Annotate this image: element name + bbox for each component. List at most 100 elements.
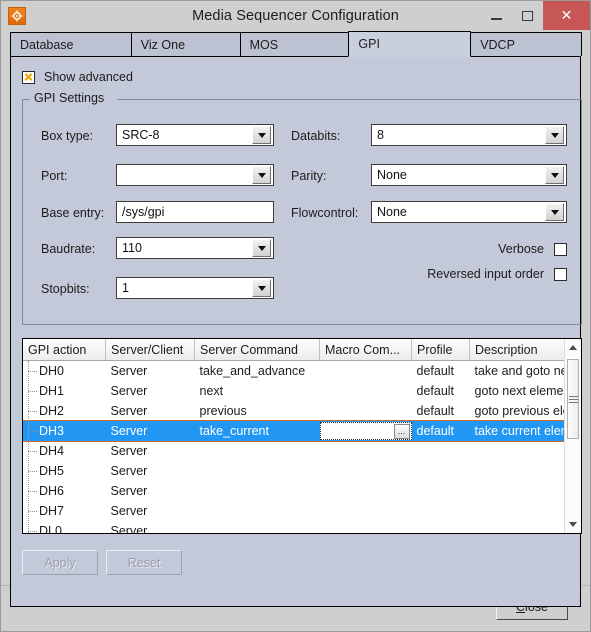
cell-profile: default [416,384,455,398]
cell-profile [412,481,470,501]
table-row-selected[interactable]: DH3 Server take_current ... default take… [23,420,581,442]
chevron-down-icon[interactable] [545,203,564,221]
column-header-server-command[interactable]: Server Command [194,339,320,361]
cell-gpi-action: DH2 [23,401,106,421]
cell-profile: default [411,421,470,441]
tab-gpi[interactable]: GPI [348,31,472,57]
apply-button[interactable]: Apply [22,550,98,575]
cell-profile [412,501,470,521]
cell-macro-command [320,381,412,401]
cell-macro-command-editor[interactable]: ... [319,421,412,441]
target-icon [8,6,26,25]
cell-gpi-action: DH1 [23,381,106,401]
cell-profile: default [416,364,455,378]
column-header-macro-command[interactable]: Macro Com... [319,339,412,361]
header-row: GPI action Server/Client Server Command … [23,339,581,361]
cell-text: DH6 [39,484,65,498]
cell-server-command [195,441,320,461]
tab-strip: Database Viz One MOS GPI VDCP [10,30,582,57]
baudrate-combo[interactable]: 110 [116,237,274,259]
chevron-down-icon[interactable] [545,126,564,144]
table-vertical-scrollbar[interactable] [564,339,581,533]
chevron-down-icon[interactable] [252,279,271,297]
cell-profile [412,521,470,533]
table-row[interactable]: DH0 Server take_and_advance default take… [23,361,581,382]
maximize-icon [522,10,533,21]
verbose-checkbox[interactable]: Verbose [323,242,567,256]
reversed-input-order-checkbox[interactable]: Reversed input order [323,267,567,281]
databits-label: Databits: [291,129,341,143]
box-type-value: SRC-8 [122,128,160,142]
cell-server-client: Server [110,384,148,398]
gpi-actions-table[interactable]: GPI action Server/Client Server Command … [22,338,582,534]
cell-macro-command [320,501,412,521]
cell-text: DH0 [39,364,65,378]
stopbits-combo[interactable]: 1 [116,277,274,299]
scrollbar-grip-icon [568,394,578,405]
cell-server-client: Server [105,421,195,441]
baudrate-label: Baudrate: [41,242,96,256]
cell-server-client: Server [110,504,148,518]
parity-label: Parity: [291,169,327,183]
tree-guide-line [28,361,30,533]
flowcontrol-combo[interactable]: None [371,201,567,223]
base-entry-input[interactable]: /sys/gpi [116,201,274,223]
column-header-server-client[interactable]: Server/Client [105,339,195,361]
stopbits-value: 1 [122,281,129,295]
port-combo[interactable] [116,164,274,186]
browse-ellipsis-button[interactable]: ... [393,423,410,439]
table-row[interactable]: DL0 Server [23,521,581,533]
table-row[interactable]: DH2 Server previous default goto previou… [23,401,581,421]
cell-server-client: Server [110,404,148,418]
column-header-profile[interactable]: Profile [411,339,470,361]
macro-command-input[interactable]: ... [319,422,412,440]
cell-server-command: previous [199,404,247,418]
parity-combo[interactable]: None [371,164,567,186]
tab-mos[interactable]: MOS [239,32,350,56]
cell-server-client: Server [110,444,148,458]
cell-server-command: take_current [194,421,320,441]
apply-button-label: Apply [44,555,76,570]
reset-button[interactable]: Reset [106,550,182,575]
cell-server-client: Server [110,464,148,478]
databits-combo[interactable]: 8 [371,124,567,146]
chevron-down-icon[interactable] [545,166,564,184]
cell-gpi-action: DH5 [23,461,106,481]
scrollbar-thumb[interactable] [567,359,579,439]
chevron-down-icon[interactable] [252,126,271,144]
tab-database[interactable]: Database [10,32,132,56]
cell-macro-command [320,481,412,501]
minimize-button[interactable] [481,1,512,30]
box-type-combo[interactable]: SRC-8 [116,124,274,146]
scroll-down-arrow-icon [569,522,577,527]
show-advanced-checkbox[interactable]: Show advanced [22,70,133,84]
table-row[interactable]: DH6 Server [23,481,581,501]
cell-gpi-action: DH3 [23,421,106,441]
media-sequencer-configuration-window: Media Sequencer Configuration ✕ Database… [0,0,591,632]
cell-text: DH3 [39,424,65,438]
cell-gpi-action: DL0 [23,521,106,533]
gpi-settings-group: GPI Settings Box type: SRC-8 Port: Base … [22,91,582,325]
scroll-down-button[interactable] [565,516,581,533]
show-advanced-label: Show advanced [44,70,133,84]
tab-vdcp[interactable]: VDCP [470,32,582,56]
cell-gpi-action: DH4 [23,441,106,461]
table-row[interactable]: DH5 Server [23,461,581,481]
tab-viz-one[interactable]: Viz One [130,32,241,56]
cell-server-command [195,501,320,521]
cell-gpi-action: DH6 [23,481,106,501]
chevron-down-icon[interactable] [252,239,271,257]
table-row[interactable]: DH4 Server [23,441,581,461]
scroll-up-button[interactable] [565,339,581,356]
column-header-gpi-action[interactable]: GPI action [23,339,106,361]
window-close-button[interactable]: ✕ [543,1,590,30]
cell-text: DH7 [39,504,65,518]
maximize-button[interactable] [512,1,543,30]
chevron-down-icon[interactable] [252,166,271,184]
checkbox-box-unchecked-icon [554,242,567,256]
table-row[interactable]: DH7 Server [23,501,581,521]
cell-server-client: Server [110,484,148,498]
cell-server-command [195,481,320,501]
table-row[interactable]: DH1 Server next default goto next elemen… [23,381,581,401]
port-label: Port: [41,169,68,183]
